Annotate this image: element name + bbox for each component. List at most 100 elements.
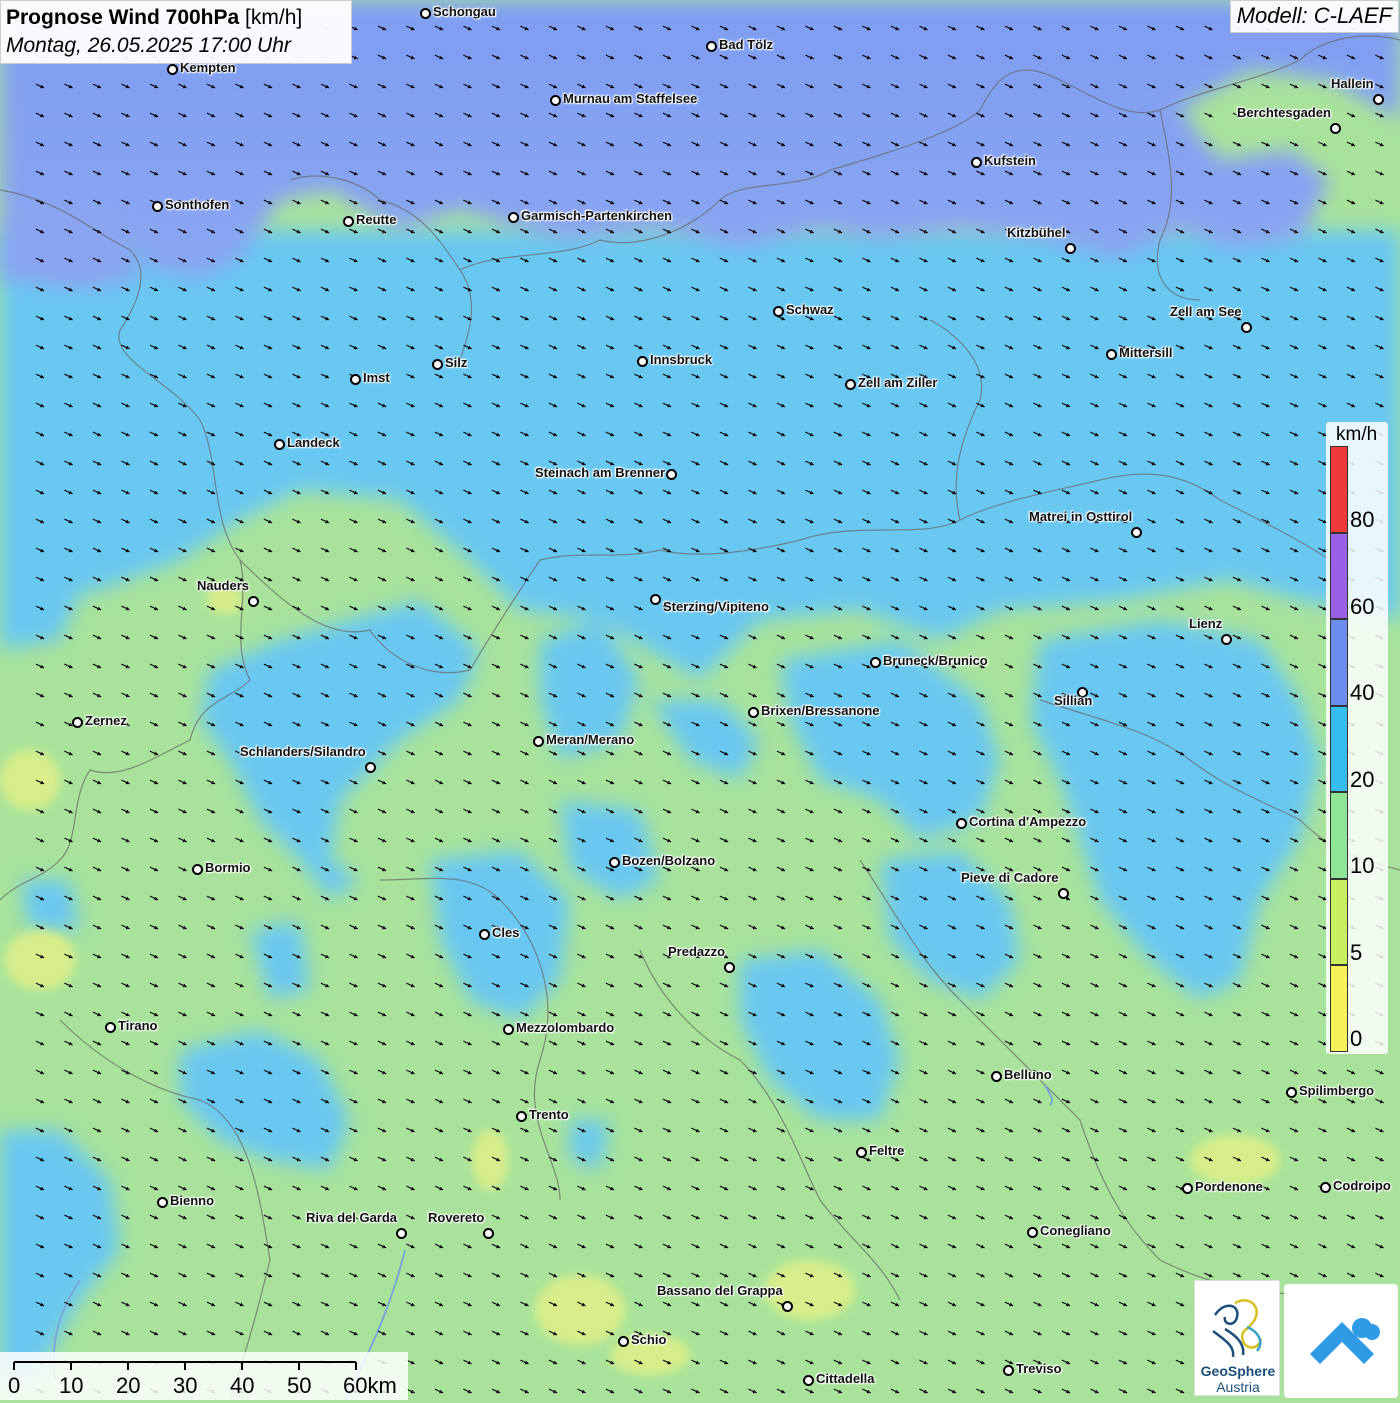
city-label: Zernez [85,713,127,728]
legend-unit: km/h [1336,424,1378,445]
city-label: Mittersill [1119,345,1173,360]
city-marker [971,157,982,168]
city-marker [803,1375,814,1386]
city-label: Schlanders/Silandro [240,744,366,759]
city-marker [1065,243,1076,254]
city-label: Treviso [1016,1361,1062,1376]
city-label: Schongau [433,4,496,19]
city-label: Predazzo [668,944,726,959]
geosphere-logo-line2: Austria [1216,1379,1260,1395]
city-label: Codroipo [1333,1178,1391,1193]
city-marker [105,1022,116,1033]
city-marker [152,201,163,212]
city-marker [1058,888,1069,899]
city-marker [1320,1182,1331,1193]
city-marker [1286,1087,1297,1098]
city-label: Bassano del Grappa [657,1283,783,1298]
legend-color-0 [1330,965,1348,1052]
city-label: Steinach am Brenner [535,465,666,480]
city-label: Zell am See [1170,304,1242,319]
scale-label: 10 [59,1373,84,1398]
city-marker [1106,349,1117,360]
city-label: Bienno [170,1193,215,1208]
city-label: Schwaz [786,302,834,317]
city-label: Riva del Garda [306,1210,398,1225]
city-marker [167,64,178,75]
map-subtitle: Montag, 26.05.2025 17:00 Uhr [6,34,291,57]
geosphere-logo[interactable]: GeoSphere Austria [1194,1280,1280,1396]
city-label: Cles [492,925,520,940]
city-marker [396,1228,407,1239]
city-label: Berchtesgaden [1237,105,1331,120]
city-marker [1221,634,1232,645]
city-marker [1373,94,1384,105]
city-marker [845,379,856,390]
model-label: Modell: C-LAEF [1229,0,1399,33]
city-label: Bormio [205,860,251,875]
city-label: Bozen/Bolzano [622,853,716,868]
title-box: Prognose Wind 700hPa [km/h] Montag, 26.0… [0,0,352,64]
city-label: Conegliano [1040,1223,1111,1238]
legend-color-5 [1330,878,1348,965]
city-label: Rovereto [428,1210,485,1225]
city-label: Tirano [118,1018,158,1033]
city-marker [856,1147,867,1158]
city-marker [782,1301,793,1312]
city-marker [1182,1183,1193,1194]
geosphere-swirl-icon [1212,1299,1263,1358]
city-marker [1003,1365,1014,1376]
city-label: Trento [529,1107,569,1122]
city-marker [508,212,519,223]
legend-color-20 [1330,705,1348,792]
legend-color-40 [1330,619,1348,706]
city-label: Matrei in Osttirol [1029,509,1133,524]
legend-label: 60 [1350,593,1375,619]
city-marker [748,707,759,718]
city-label: Reutte [356,212,397,227]
city-marker [666,469,677,480]
legend-label: 40 [1350,680,1375,705]
map-title-main: Prognose Wind 700hPa [6,6,240,29]
city-marker [1241,322,1252,333]
scale-label: 40 [230,1373,255,1398]
weather-app-logo[interactable] [1284,1284,1398,1398]
city-label: Kitzbühel [1007,225,1066,240]
scale-label: 0 [8,1373,21,1398]
city-label: Mezzolombardo [516,1020,615,1035]
scale-label: 60km [343,1373,397,1398]
scale-label: 30 [173,1373,198,1398]
city-label: Spilimbergo [1299,1083,1375,1098]
city-marker [432,359,443,370]
city-marker [533,736,544,747]
city-label: Kempten [180,60,236,75]
map-title: Prognose Wind 700hPa [km/h] [6,4,351,32]
city-label: Brixen/Bressanone [761,703,880,718]
city-marker [157,1197,168,1208]
city-label: Lienz [1189,616,1223,631]
city-marker [420,8,431,19]
city-marker [350,374,361,385]
city-marker [479,929,490,940]
scale-label: 50 [287,1373,312,1398]
city-label: Pordenone [1195,1179,1263,1194]
legend-color-60 [1330,532,1348,619]
city-label: Bruneck/Brunico [883,653,988,668]
city-label: Meran/Merano [546,732,635,747]
city-marker [637,356,648,367]
city-label: Kufstein [984,153,1036,168]
city-label: Sonthofen [165,197,230,212]
city-label: Imst [363,370,390,385]
city-label: Hallein [1331,76,1374,91]
legend-color-80 [1330,446,1348,533]
city-label: Innsbruck [650,352,713,367]
city-label: Cortina d'Ampezzo [969,814,1087,829]
city-marker [72,717,83,728]
city-label: Landeck [287,435,340,450]
city-marker [618,1336,629,1347]
city-marker [483,1228,494,1239]
city-label: Bad Tölz [719,37,774,52]
legend-label: 5 [1350,939,1363,965]
city-marker [1330,123,1341,134]
city-label: Belluno [1004,1067,1052,1082]
city-label: Pieve di Cadore [961,870,1059,885]
